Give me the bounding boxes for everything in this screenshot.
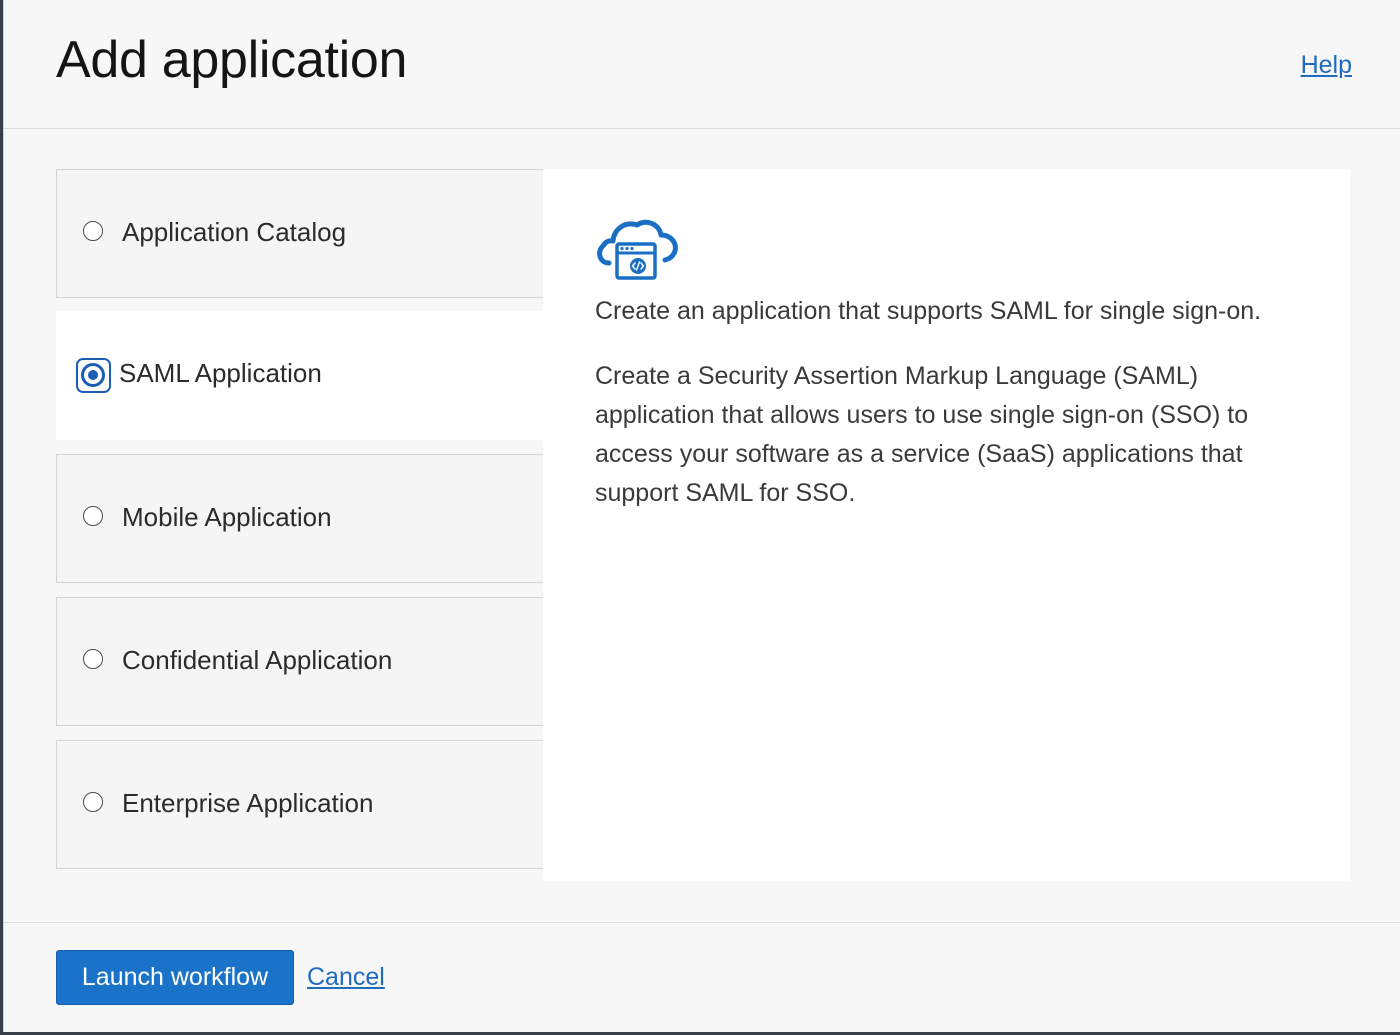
option-label: Enterprise Application [122, 788, 374, 818]
radio-button[interactable] [83, 506, 103, 526]
dialog-footer: Launch workflow Cancel [4, 922, 1400, 1032]
launch-workflow-button[interactable]: Launch workflow [56, 950, 294, 1005]
radio-button-selected[interactable] [76, 358, 111, 393]
option-application-catalog[interactable]: Application Catalog [56, 169, 543, 298]
detail-summary: Create an application that supports SAML… [595, 297, 1262, 325]
cloud-application-icon [597, 219, 678, 280]
add-application-dialog: Add application Help Application Catalog… [3, 0, 1400, 1032]
option-detail-panel: Create an application that supports SAML… [543, 169, 1350, 881]
option-label: SAML Application [119, 358, 322, 388]
dialog-header: Add application Help [4, 0, 1400, 129]
option-mobile-application[interactable]: Mobile Application [56, 454, 543, 583]
detail-description: Create a Security Assertion Markup Langu… [595, 362, 1249, 507]
radio-button[interactable] [83, 792, 103, 812]
radio-button[interactable] [83, 649, 103, 669]
option-label: Mobile Application [122, 502, 332, 532]
option-saml-application[interactable]: SAML Application [56, 311, 543, 440]
option-confidential-application[interactable]: Confidential Application [56, 597, 543, 726]
option-label: Application Catalog [122, 217, 347, 247]
option-enterprise-application[interactable]: Enterprise Application [56, 740, 543, 869]
option-label: Confidential Application [122, 645, 393, 675]
dialog-title: Add application [56, 31, 408, 89]
dialog-body: Application Catalog SAML Application Mob… [4, 129, 1400, 922]
radio-button[interactable] [83, 221, 103, 241]
help-link[interactable]: Help [1301, 51, 1352, 80]
cancel-link[interactable]: Cancel [307, 963, 385, 992]
